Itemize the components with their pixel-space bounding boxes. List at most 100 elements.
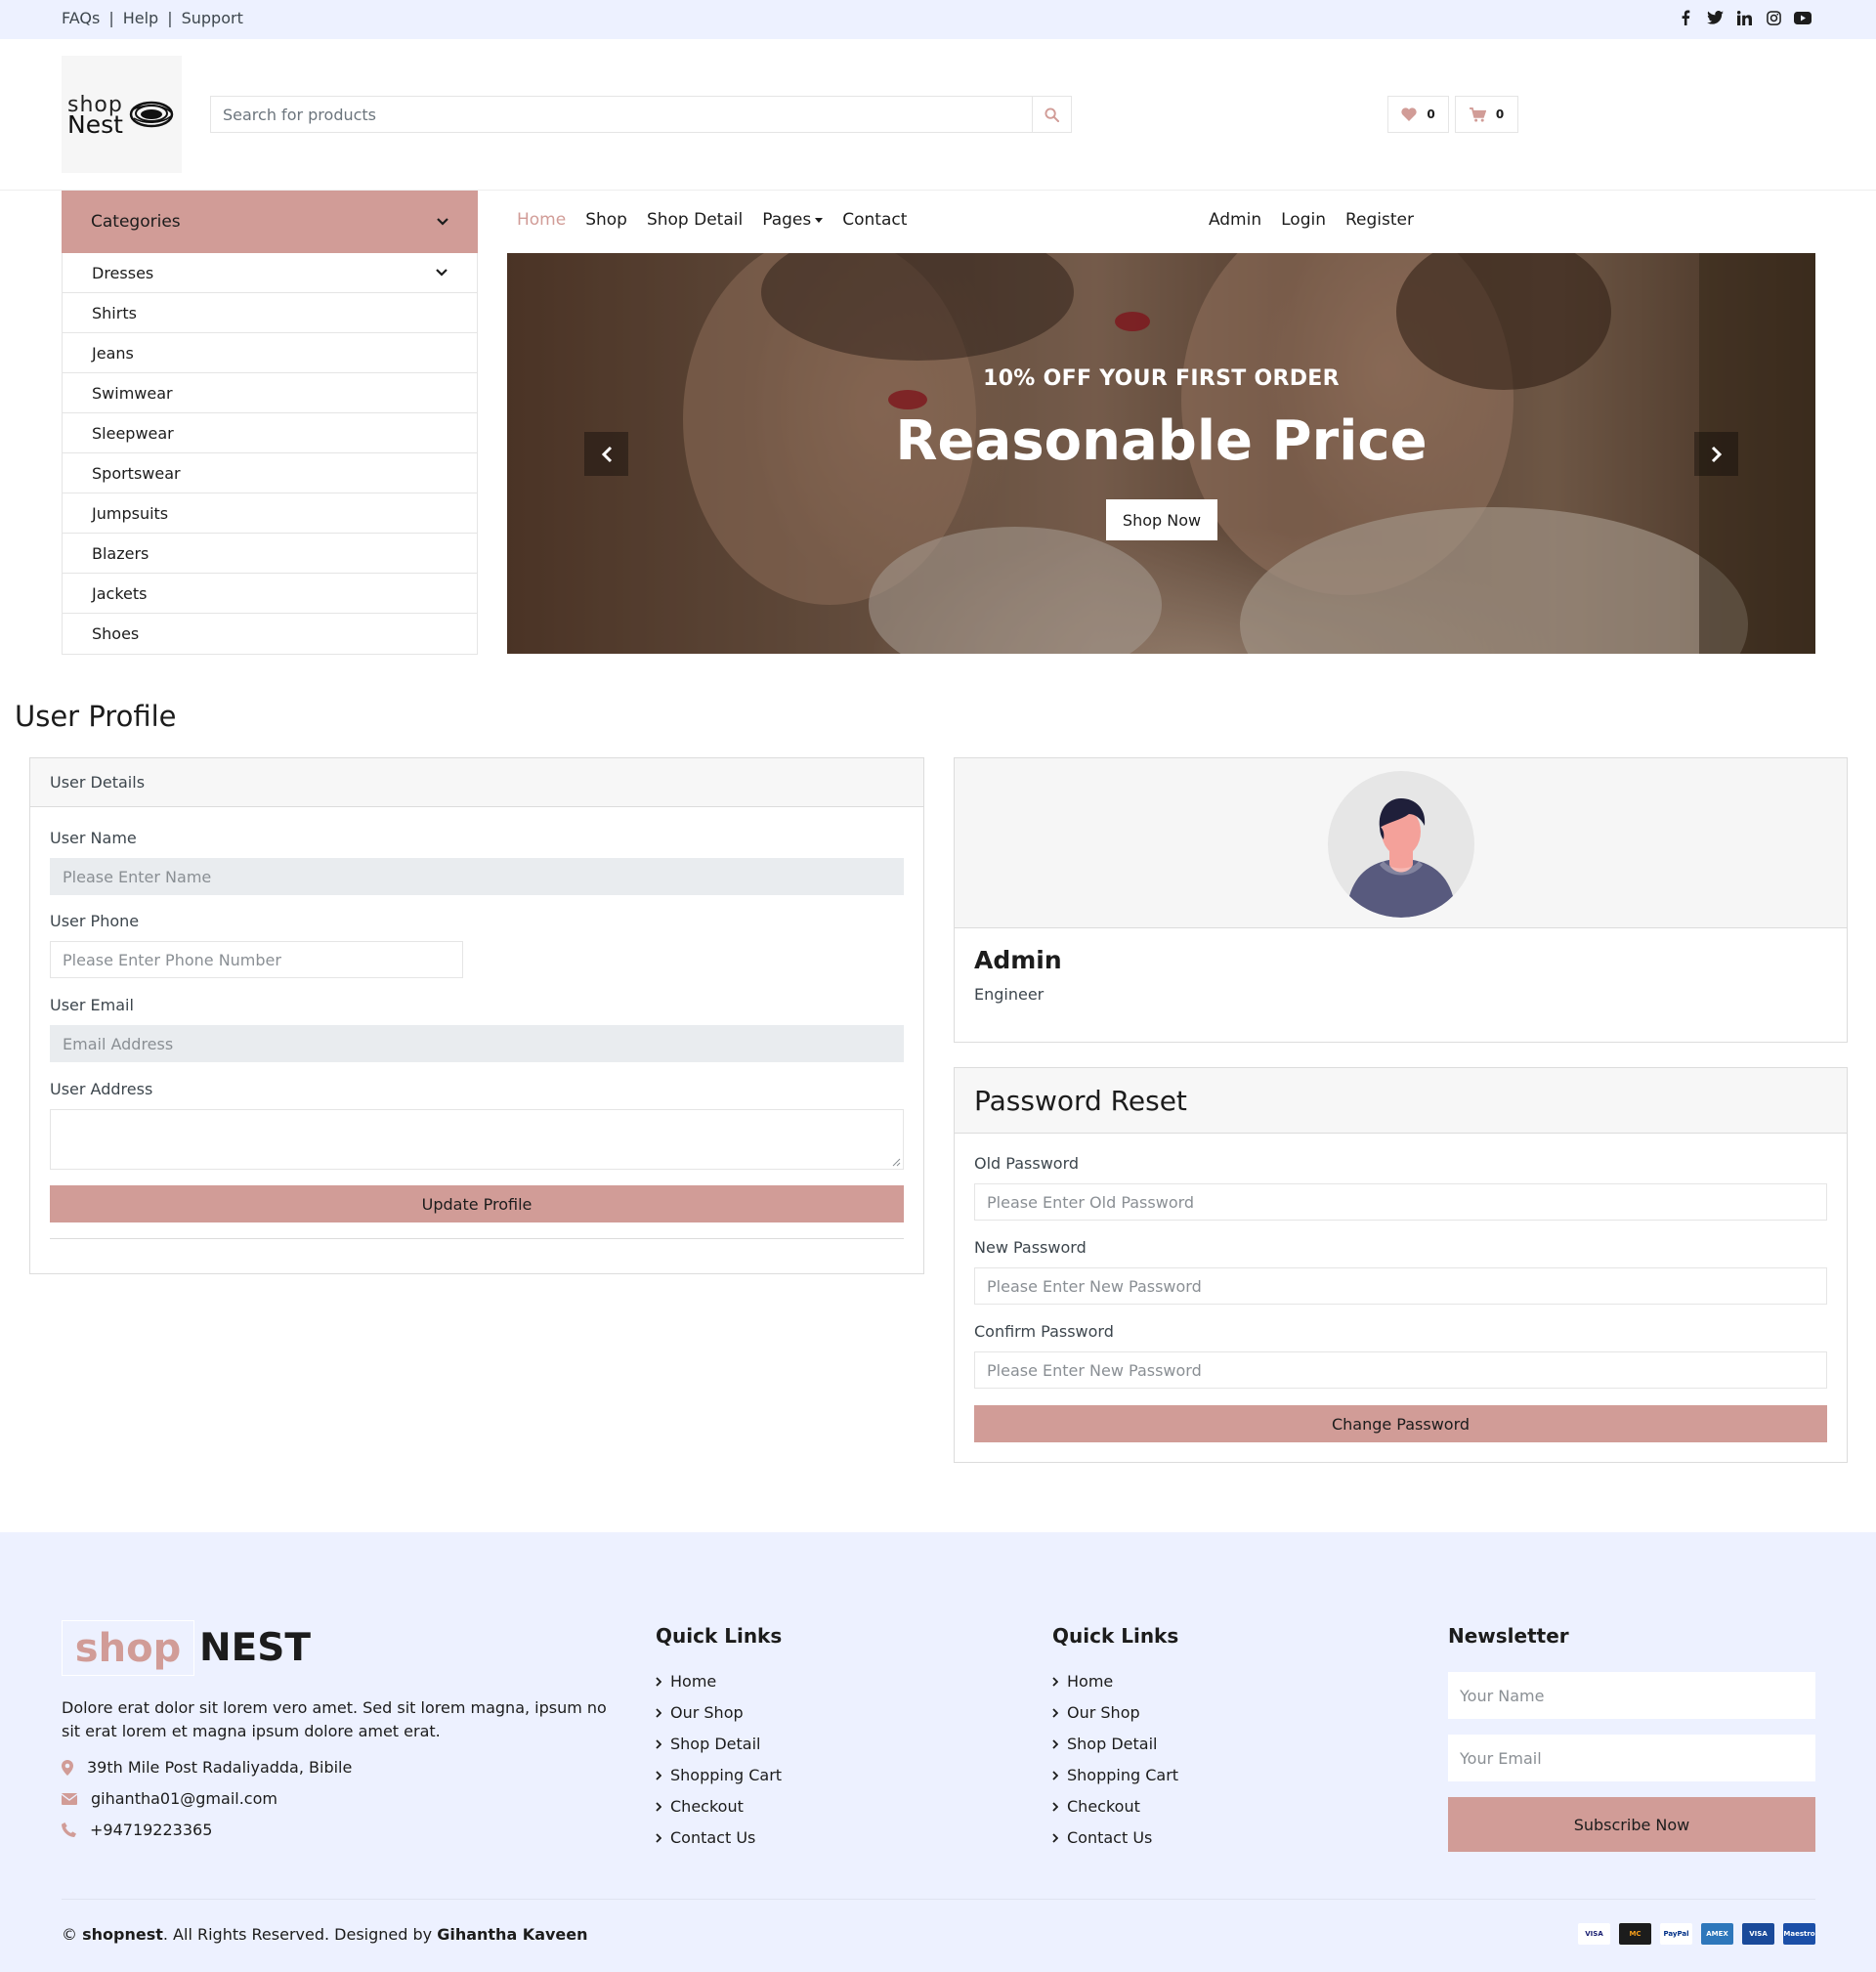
faqs-link[interactable]: FAQs (62, 9, 100, 27)
category-item-dresses[interactable]: Dresses (63, 253, 477, 293)
resize-handle-icon (892, 1158, 901, 1167)
footer-link-our-shop[interactable]: Our Shop (656, 1701, 782, 1724)
divider (50, 1238, 904, 1239)
carousel-prev-button[interactable] (584, 432, 628, 476)
footer-phone: +94719223365 (62, 1821, 212, 1839)
category-item-blazers[interactable]: Blazers (63, 534, 477, 574)
copyright: © shopnest. All Rights Reserved. Designe… (62, 1925, 588, 1944)
twitter-icon[interactable] (1706, 9, 1724, 26)
footer-link-shopping-cart[interactable]: Shopping Cart (656, 1764, 782, 1786)
nav-home[interactable]: Home (517, 210, 566, 230)
footer-link-contact-us[interactable]: Contact Us (656, 1826, 782, 1849)
subscribe-button[interactable]: Subscribe Now (1448, 1797, 1815, 1852)
nest-icon (129, 101, 174, 128)
categories-toggle[interactable]: Categories (62, 191, 478, 253)
footer-email-text[interactable]: gihantha01@gmail.com (91, 1789, 277, 1808)
user-email-input[interactable]: Email Address (50, 1025, 904, 1062)
newsletter-email-input[interactable]: Your Email (1448, 1735, 1815, 1781)
profile-role: Engineer (974, 985, 1045, 1004)
wishlist-button[interactable]: 0 (1387, 96, 1449, 133)
help-link[interactable]: Help (123, 9, 158, 27)
support-link[interactable]: Support (182, 9, 243, 27)
newsletter-name-input[interactable]: Your Name (1448, 1672, 1815, 1719)
nav-register[interactable]: Register (1345, 210, 1414, 230)
cart-button[interactable]: 0 (1455, 96, 1518, 133)
quick-links-2-title: Quick Links (1052, 1624, 1179, 1648)
password-reset-title: Password Reset (955, 1068, 1847, 1134)
profile-name: Admin (974, 946, 1062, 974)
link-label: Shop Detail (1067, 1735, 1158, 1753)
update-profile-button[interactable]: Update Profile (50, 1185, 904, 1222)
footer-logo-shop[interactable]: shop (62, 1620, 194, 1676)
chevron-right-icon (656, 1707, 661, 1718)
category-item-jackets[interactable]: Jackets (63, 574, 477, 614)
footer-link-shop-detail[interactable]: Shop Detail (1052, 1733, 1178, 1755)
category-item-swimwear[interactable]: Swimwear (63, 373, 477, 413)
youtube-icon[interactable] (1794, 9, 1812, 26)
chevron-left-icon (601, 446, 612, 462)
envelope-icon (62, 1792, 77, 1805)
footer-link-home[interactable]: Home (656, 1670, 782, 1693)
linkedin-icon[interactable] (1735, 9, 1753, 26)
category-item-sleepwear[interactable]: Sleepwear (63, 413, 477, 453)
category-item-shoes[interactable]: Shoes (63, 614, 477, 654)
category-item-sportswear[interactable]: Sportswear (63, 453, 477, 493)
link-label: Contact Us (670, 1828, 756, 1847)
nav-pages[interactable]: Pages (762, 210, 824, 230)
instagram-icon[interactable] (1765, 9, 1782, 26)
category-item-jeans[interactable]: Jeans (63, 333, 477, 373)
copyright-brand[interactable]: shopnest (82, 1925, 163, 1944)
footer-phone-text[interactable]: +94719223365 (90, 1821, 212, 1839)
new-password-input[interactable]: Please Enter New Password (974, 1267, 1827, 1305)
change-password-button[interactable]: Change Password (974, 1405, 1827, 1442)
main-nav: Home Shop Shop Detail Pages Contact (517, 210, 907, 230)
footer-link-contact-us[interactable]: Contact Us (1052, 1826, 1178, 1849)
user-avatar-icon (1349, 798, 1453, 918)
nav-login[interactable]: Login (1281, 210, 1326, 230)
copyright-symbol: © (62, 1925, 77, 1944)
footer-link-shop-detail[interactable]: Shop Detail (656, 1733, 782, 1755)
footer-link-our-shop[interactable]: Our Shop (1052, 1701, 1178, 1724)
search-button[interactable] (1032, 97, 1071, 132)
divider: | (167, 9, 173, 27)
footer-address: 39th Mile Post Radaliyadda, Bibile (62, 1758, 352, 1777)
user-phone-input[interactable]: Please Enter Phone Number (50, 941, 463, 978)
avatar-area (955, 758, 1847, 928)
topbar: FAQs | Help | Support (0, 0, 1876, 39)
user-name-input[interactable]: Please Enter Name (50, 858, 904, 895)
footer-email: gihantha01@gmail.com (62, 1789, 277, 1808)
footer-link-shopping-cart[interactable]: Shopping Cart (1052, 1764, 1178, 1786)
user-summary-card: Admin Engineer (954, 757, 1848, 1043)
user-address-label: User Address (50, 1080, 153, 1098)
nav-admin[interactable]: Admin (1209, 210, 1261, 230)
category-item-jumpsuits[interactable]: Jumpsuits (63, 493, 477, 534)
user-address-textarea[interactable] (50, 1109, 904, 1170)
old-password-input[interactable]: Please Enter Old Password (974, 1183, 1827, 1221)
shop-now-button[interactable]: Shop Now (1106, 499, 1217, 540)
copyright-author[interactable]: Gihantha Kaveen (437, 1925, 587, 1944)
avatar (1328, 771, 1474, 918)
nav-contact[interactable]: Contact (842, 210, 907, 230)
confirm-password-input[interactable]: Please Enter New Password (974, 1351, 1827, 1389)
site-logo[interactable]: shop Nest (62, 56, 182, 173)
link-label: Shopping Cart (1067, 1766, 1179, 1784)
copyright-text: . All Rights Reserved. Designed by (162, 1925, 438, 1944)
user-details-card: User Details User Name Please Enter Name… (29, 757, 924, 1274)
chevron-right-icon (1052, 1770, 1058, 1780)
footer-link-checkout[interactable]: Checkout (656, 1795, 782, 1818)
search-input[interactable] (211, 97, 1032, 132)
nav-shop[interactable]: Shop (585, 210, 627, 230)
category-item-shirts[interactable]: Shirts (63, 293, 477, 333)
carousel-next-button[interactable] (1694, 432, 1738, 476)
nav-shop-detail[interactable]: Shop Detail (647, 210, 743, 230)
chevron-right-icon (656, 1738, 661, 1749)
categories-list: Dresses Shirts Jeans Swimwear Sleepwear … (62, 253, 478, 655)
footer-link-checkout[interactable]: Checkout (1052, 1795, 1178, 1818)
footer-link-home[interactable]: Home (1052, 1670, 1178, 1693)
page-title: User Profile (15, 700, 177, 733)
chevron-right-icon (656, 1770, 661, 1780)
hero-title: Reasonable Price (895, 409, 1428, 473)
footer-description: Dolore erat dolor sit lorem vero amet. S… (62, 1698, 607, 1740)
hero-subtitle: 10% OFF YOUR FIRST ORDER (983, 366, 1340, 391)
facebook-icon[interactable] (1677, 9, 1694, 26)
